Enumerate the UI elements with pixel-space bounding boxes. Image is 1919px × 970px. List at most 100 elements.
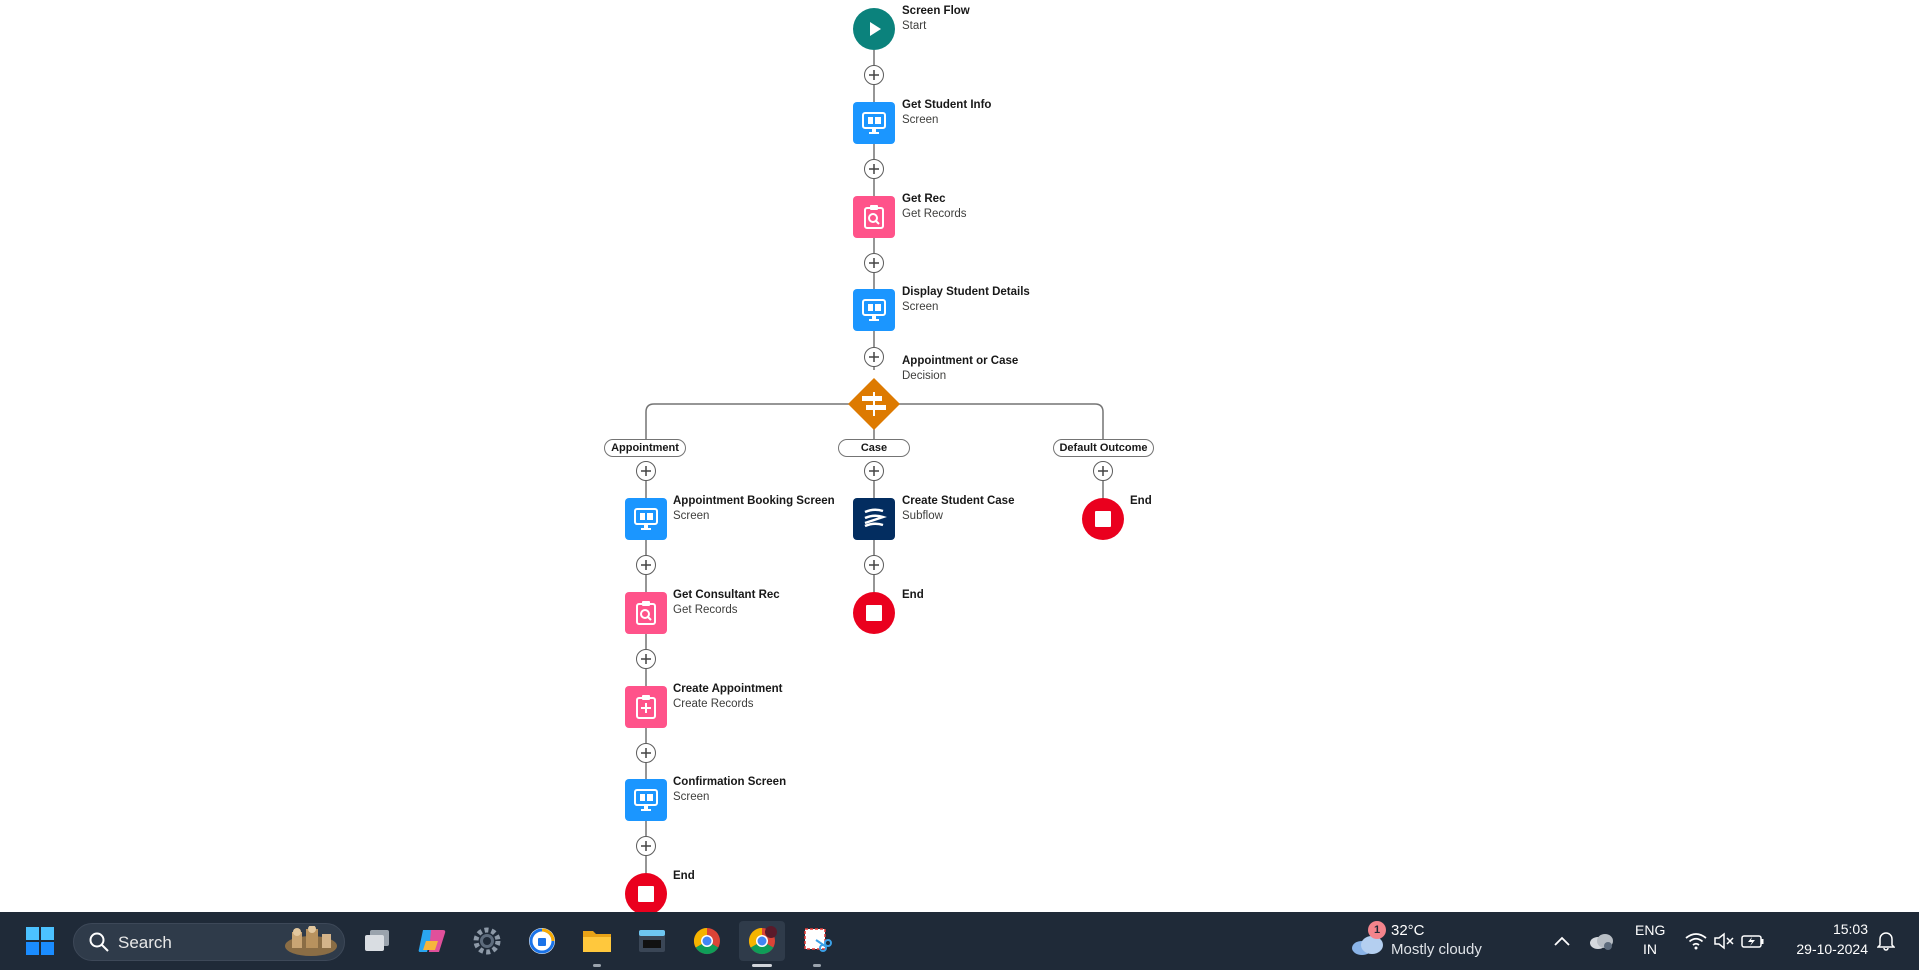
end-label: End [1130,494,1152,509]
windows-start-button[interactable] [20,921,60,961]
outcome-default[interactable]: Default Outcome [1053,439,1154,457]
screen-icon [862,112,886,134]
node-title: End [673,870,695,882]
node-subtitle: Get Records [902,208,967,220]
weather-badge: 1 [1368,921,1386,939]
node-title: Confirmation Screen [673,776,787,788]
get-records-icon [636,601,656,625]
node-title: Appointment or Case [902,355,1019,367]
plus-icon [869,164,879,174]
volume-muted-icon [1714,932,1734,950]
end-node[interactable] [625,873,667,912]
add-element-button[interactable] [636,649,656,669]
node-title: Get Student Info [902,99,992,111]
end-node[interactable] [853,592,895,634]
outcome-case[interactable]: Case [838,439,910,457]
plus-icon [641,466,651,476]
add-element-button[interactable] [864,253,884,273]
appointment-booking-label: Appointment Booking Screen Screen [673,494,835,524]
add-element-button[interactable] [864,159,884,179]
get-student-info-label: Get Student Info Screen [902,98,991,128]
plus-icon [869,70,879,80]
plus-icon [869,560,879,570]
show-hidden-icons-button[interactable] [1542,921,1582,961]
end-label: End [902,588,924,603]
create-records-icon [636,695,656,719]
settings-button[interactable] [467,921,507,961]
onedrive-button[interactable] [1581,921,1621,961]
get-records-icon [864,205,884,229]
add-element-button[interactable] [636,743,656,763]
plus-icon [641,841,651,851]
screen-icon [862,299,886,321]
search-box[interactable]: Search [73,923,345,961]
plus-icon [641,654,651,664]
search-placeholder: Search [118,933,172,952]
create-student-case-node[interactable] [853,498,895,540]
vpn-button[interactable] [522,921,562,961]
get-rec-node[interactable] [853,196,895,238]
vpn-icon [529,928,555,954]
snipping-tool-button[interactable] [797,921,837,961]
copilot-button[interactable] [412,921,452,961]
node-subtitle: Subflow [902,510,943,522]
confirmation-screen-node[interactable] [625,779,667,821]
decision-node[interactable] [848,378,900,430]
play-icon [870,22,881,36]
task-view-icon [365,930,389,951]
decision-label: Appointment or Case Decision [902,354,1018,384]
stop-icon [638,886,654,902]
clock[interactable]: 15:03 29-10-2024 [1780,918,1872,964]
weather-condition: Mostly cloudy [1391,941,1482,958]
node-title: Display Student Details [902,286,1030,298]
language-line2: IN [1643,941,1657,957]
node-subtitle: Get Records [673,604,738,616]
node-subtitle: Screen [902,114,939,126]
get-consultant-rec-node[interactable] [625,592,667,634]
node-subtitle: Screen [902,301,939,313]
add-element-button[interactable] [864,65,884,85]
add-element-button[interactable] [864,555,884,575]
task-view-button[interactable] [357,921,397,961]
node-title: Get Rec [902,193,946,205]
decision-icon [848,378,900,430]
add-element-button[interactable] [864,347,884,367]
end-node[interactable] [1082,498,1124,540]
language-line1: ENG [1635,922,1666,938]
chrome-profile-button[interactable] [739,921,785,961]
terminal-icon [639,930,665,952]
plus-icon [641,748,651,758]
weather-widget[interactable]: 1 32°C Mostly cloudy [1350,918,1500,964]
create-student-case-label: Create Student Case Subflow [902,494,1014,524]
add-element-button[interactable] [636,555,656,575]
onedrive-icon [1590,934,1613,950]
screen-icon [634,789,658,811]
network-volume-battery-group[interactable] [1685,926,1769,956]
chrome-button[interactable] [687,921,727,961]
get-consultant-rec-label: Get Consultant Rec Get Records [673,588,780,618]
node-title: Create Appointment [673,683,783,695]
copilot-icon [418,930,446,952]
plus-icon [869,258,879,268]
windows-start-icon [26,927,54,955]
file-explorer-button[interactable] [577,921,617,961]
file-explorer-icon [583,931,611,952]
start-node[interactable] [853,8,895,50]
outcome-appointment[interactable]: Appointment [604,439,686,457]
running-indicator [813,964,821,967]
end-label: End [673,869,695,884]
add-element-button[interactable] [636,461,656,481]
add-element-button[interactable] [636,836,656,856]
get-student-info-node[interactable] [853,102,895,144]
terminal-button[interactable] [632,921,672,961]
appointment-booking-screen-node[interactable] [625,498,667,540]
language-indicator[interactable]: ENG IN [1628,920,1674,962]
add-element-button[interactable] [1093,461,1113,481]
running-indicator [593,964,601,967]
add-element-button[interactable] [864,461,884,481]
display-student-details-node[interactable] [853,289,895,331]
create-appointment-node[interactable] [625,686,667,728]
display-student-details-label: Display Student Details Screen [902,285,1030,315]
flow-canvas[interactable]: Screen Flow Start Get Student Info Scree… [0,0,1919,912]
notifications-button[interactable] [1868,921,1904,961]
